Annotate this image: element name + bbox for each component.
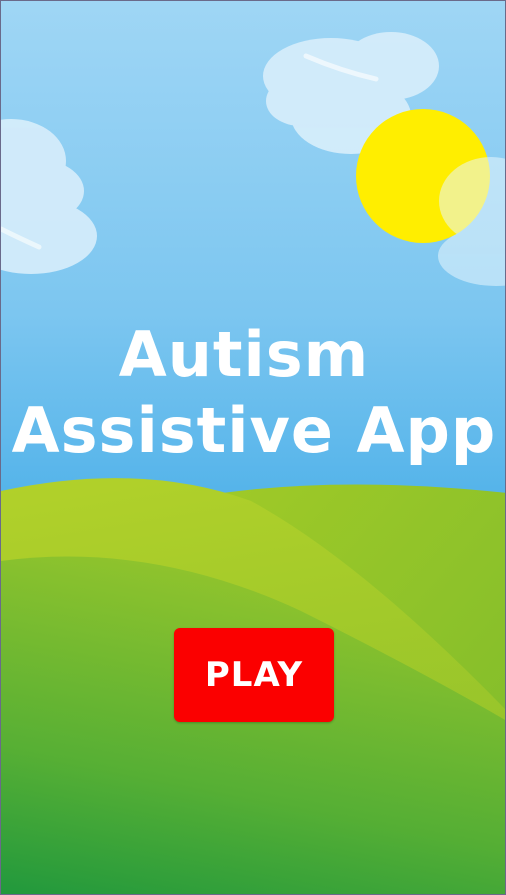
app-title-line2: Assistive App bbox=[11, 394, 497, 467]
cloud-icon bbox=[438, 157, 505, 286]
app-title-line1: Autism bbox=[118, 318, 370, 391]
play-button[interactable]: PLAY bbox=[174, 628, 334, 722]
splash-screen: Autism Assistive App PLAY bbox=[0, 0, 506, 895]
cloud-icon bbox=[1, 119, 97, 274]
